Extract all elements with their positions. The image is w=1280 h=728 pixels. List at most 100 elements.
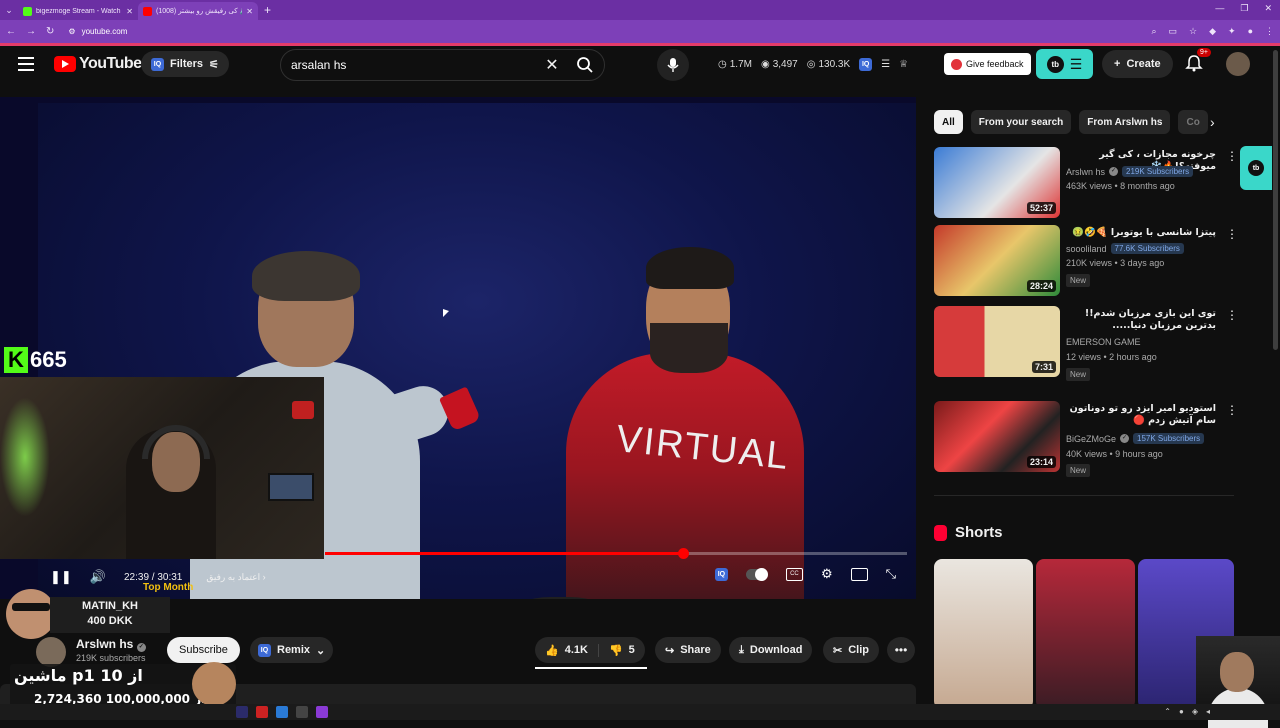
progress-scrubber[interactable]	[677, 548, 689, 559]
video-title[interactable]: پیتزا شانسی با یوتوبرا 🍕🤣🤢	[1066, 227, 1216, 239]
pause-icon[interactable]: ❚❚	[50, 569, 72, 585]
related-video[interactable]: 28:24 پیتزا شانسی با یوتوبرا 🍕🤣🤢 sooolil…	[934, 225, 1238, 297]
hamburger-menu-icon[interactable]	[18, 57, 34, 71]
share-button[interactable]: ↪ Share	[655, 637, 721, 663]
url-field[interactable]: ⚙ youtube.com	[68, 23, 1141, 40]
youtube-logo[interactable]: YouTube	[54, 55, 142, 73]
autoplay-toggle[interactable]	[745, 567, 768, 581]
menu-icon: ☰	[1069, 55, 1083, 72]
notifications-button[interactable]: 9+	[1185, 48, 1211, 74]
bookmark-star-icon[interactable]: ☆	[1189, 26, 1197, 37]
tab-close-icon[interactable]: ✕	[126, 7, 133, 16]
menu-dots-icon[interactable]: ⋮	[1265, 26, 1274, 37]
feedback-label: Give feedback	[966, 59, 1024, 69]
create-label: Create	[1126, 58, 1161, 70]
chevron-right-icon[interactable]: ›	[1210, 114, 1215, 130]
tab-search-icon[interactable]: ⌄	[0, 0, 18, 20]
extension-toggle-button[interactable]: tb ☰	[1036, 49, 1093, 79]
browser-tab-youtube[interactable]: (1008) کی رفیقش رو بیشتر 🔊 ✕	[138, 2, 258, 20]
app-red-icon[interactable]	[256, 706, 268, 718]
fullscreen-icon[interactable]: ⤡	[886, 566, 896, 582]
video-thumbnail[interactable]: 52:37	[934, 147, 1060, 218]
video-person-right-hair	[646, 247, 734, 289]
new-tab-button[interactable]: +	[264, 3, 271, 17]
remix-button[interactable]: IQ Remix ⌄	[250, 637, 334, 663]
account-avatar[interactable]	[1226, 52, 1250, 76]
zoom-icon[interactable]: ⌕	[1151, 26, 1156, 37]
video-title[interactable]: استودیو امیر ایزد رو تو دوناتون سام آتیش…	[1066, 403, 1216, 427]
mic-tray-icon[interactable]: ●	[1179, 707, 1184, 716]
page-scrollbar[interactable]	[1273, 50, 1278, 350]
tab-close-icon[interactable]: ✕	[246, 7, 253, 16]
video-menu-icon[interactable]: ⋮	[1226, 403, 1238, 417]
download-button[interactable]: ⤓ Download	[729, 637, 813, 663]
volume-icon[interactable]: 🔊	[90, 569, 106, 585]
app-gray-icon[interactable]	[296, 706, 308, 718]
clip-button[interactable]: ✂ Clip	[823, 637, 879, 663]
chip-from-channel[interactable]: From Arslwn hs	[1079, 110, 1171, 134]
premiere-icon[interactable]	[236, 706, 248, 718]
related-video[interactable]: 52:37 چرخونه مجازات ، کی گیر میوفته؟!🔥❄️…	[934, 147, 1238, 219]
video-menu-icon[interactable]: ⋮	[1226, 149, 1238, 163]
window-controls: — ❐ ✕	[1215, 3, 1272, 14]
speaker-icon[interactable]: ◂	[1206, 707, 1210, 716]
chapter-button[interactable]: اعتماد به رفیق ›	[206, 572, 265, 583]
chip-all[interactable]: All	[934, 110, 963, 134]
app-blue-icon[interactable]	[276, 706, 288, 718]
video-channel-name[interactable]: EMERSON GAME	[1066, 337, 1141, 347]
video-menu-icon[interactable]: ⋮	[1226, 227, 1238, 241]
theater-mode-icon[interactable]	[850, 567, 868, 581]
extension-icon[interactable]: ◆	[1209, 26, 1216, 37]
browser-tab-kick[interactable]: bigezmoge Stream - Watch Live ✕	[18, 2, 138, 20]
give-feedback-button[interactable]: Give feedback	[944, 53, 1031, 75]
minimize-button[interactable]: —	[1215, 3, 1224, 14]
iq-icon[interactable]: IQ	[714, 567, 728, 581]
side-extension-tab[interactable]: tb	[1240, 146, 1272, 190]
channel-avatar[interactable]	[36, 637, 66, 667]
list-icon[interactable]: ☰	[881, 59, 890, 70]
more-actions-icon[interactable]: •••	[887, 637, 915, 663]
video-channel-name[interactable]: soooliland	[1066, 244, 1107, 254]
reload-icon[interactable]: ↻	[46, 26, 54, 37]
dislike-button[interactable]: 👎 5	[599, 644, 645, 657]
settings-gear-icon[interactable]: ⚙	[821, 566, 833, 582]
chevron-up-icon[interactable]: ⌃	[1164, 707, 1171, 716]
progress-bar[interactable]	[325, 548, 907, 559]
like-button[interactable]: 👍 4.1K	[535, 643, 599, 657]
puzzle-icon[interactable]: ✦	[1228, 26, 1236, 37]
search-input[interactable]	[291, 58, 538, 72]
video-menu-icon[interactable]: ⋮	[1226, 308, 1238, 322]
close-window-button[interactable]: ✕	[1264, 3, 1272, 14]
maximize-button[interactable]: ❐	[1240, 3, 1248, 14]
site-info-icon[interactable]: ⚙	[68, 27, 75, 36]
profile-icon[interactable]: ●	[1248, 26, 1253, 37]
cast-icon[interactable]: ▭	[1169, 26, 1178, 37]
short-thumbnail[interactable]	[934, 559, 1033, 709]
video-thumbnail[interactable]: 7:31	[934, 306, 1060, 377]
video-channel-subs: 219K Subscribers	[1122, 166, 1194, 177]
obs-icon[interactable]	[316, 706, 328, 718]
video-thumbnail[interactable]: 23:14	[934, 401, 1060, 472]
filters-button[interactable]: IQ Filters ⚟	[141, 51, 229, 77]
video-title[interactable]: توی این بازی مرزبان شدم!! بدترین مرزبان …	[1066, 308, 1216, 332]
captions-icon[interactable]: CC	[785, 567, 803, 581]
clear-search-icon[interactable]: ✕	[538, 55, 566, 75]
channel-name-link[interactable]: Arslwn hs ✓	[76, 637, 146, 652]
trophy-icon[interactable]: ♕	[899, 59, 908, 70]
video-thumbnail[interactable]: 28:24	[934, 225, 1060, 296]
voice-search-button[interactable]	[657, 49, 689, 81]
video-channel-name[interactable]: BiGeZMoGe	[1066, 434, 1116, 444]
subscribe-button[interactable]: Subscribe	[167, 637, 240, 663]
search-button[interactable]	[566, 50, 604, 80]
video-channel-name[interactable]: Arslwn hs	[1066, 167, 1105, 177]
chip-more[interactable]: Co	[1178, 110, 1208, 134]
back-icon[interactable]: ←	[6, 26, 16, 37]
related-video[interactable]: 7:31 توی این بازی مرزبان شدم!! بدترین مر…	[934, 306, 1238, 381]
iq-icon[interactable]: IQ	[859, 58, 873, 71]
forward-icon[interactable]: →	[26, 26, 36, 37]
related-video[interactable]: 23:14 استودیو امیر ایزد رو تو دوناتون سا…	[934, 401, 1238, 477]
create-button[interactable]: + Create	[1102, 50, 1173, 78]
chip-from-search[interactable]: From your search	[970, 110, 1072, 134]
network-icon[interactable]: ◈	[1192, 707, 1198, 716]
short-thumbnail[interactable]	[1036, 559, 1135, 709]
